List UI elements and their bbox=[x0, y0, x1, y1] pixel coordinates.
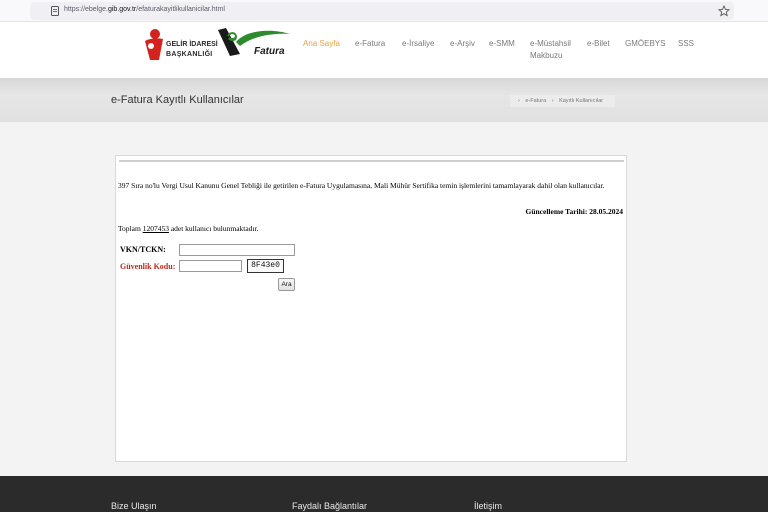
vkn-label: VKN/TCKN: bbox=[120, 245, 166, 254]
captcha-image: 8F43e0 bbox=[247, 259, 284, 273]
gib-logo-line2: BAŞKANLIĞI bbox=[166, 51, 213, 58]
url-prefix: https://ebelge. bbox=[64, 6, 108, 13]
nav-e-irsaliye[interactable]: e-İrsaliye bbox=[402, 38, 434, 50]
address-bar[interactable]: https://ebelge.gib.gov.tr/efaturakayitli… bbox=[30, 2, 734, 20]
nav-e-mustahsil-line1: e-Müstahsil bbox=[530, 39, 571, 48]
nav-e-fatura[interactable]: e-Fatura bbox=[355, 38, 385, 50]
gib-logo[interactable]: GELİR İDARESİ BAŞKANLIĞI bbox=[142, 27, 218, 61]
site-footer: Bize Ulaşın Faydalı Bağlantılar İletişim bbox=[0, 476, 768, 512]
breadcrumb-chevron-icon: › bbox=[518, 98, 520, 104]
footer-heading-links: Faydalı Bağlantılar bbox=[292, 501, 368, 511]
nav-e-smm[interactable]: e-SMM bbox=[489, 38, 515, 50]
page-icon[interactable] bbox=[49, 5, 61, 17]
efatura-logo-text: Fatura bbox=[254, 46, 285, 57]
nav-e-mustahsil[interactable]: e-Müstahsil Makbuzu bbox=[530, 38, 571, 62]
content-frame: 397 Sıra no'lu Vergi Usul Kanunu Genel T… bbox=[115, 155, 627, 462]
intro-text: 397 Sıra no'lu Vergi Usul Kanunu Genel T… bbox=[118, 181, 605, 190]
breadcrumb-item-e-fatura[interactable]: e-Fatura bbox=[525, 98, 546, 104]
page-title-band: e-Fatura Kayıtlı Kullanıcılar › e-Fatura… bbox=[0, 78, 768, 122]
nav-e-arsiv[interactable]: e-Arşiv bbox=[450, 38, 475, 50]
total-users-text: Toplam 1207453 adet kullanıcı bulunmakta… bbox=[118, 224, 259, 233]
breadcrumb: › e-Fatura › Kayıtlı Kullanıcılar bbox=[510, 95, 616, 107]
security-code-label: Güvenlik Kodu: bbox=[120, 262, 176, 271]
vkn-input[interactable] bbox=[179, 244, 295, 256]
breadcrumb-item-current: Kayıtlı Kullanıcılar bbox=[559, 98, 604, 104]
security-code-input[interactable] bbox=[179, 260, 242, 272]
gib-logo-line1: GELİR İDARESİ bbox=[166, 41, 218, 48]
efatura-logo[interactable]: Fatura bbox=[216, 26, 294, 60]
nav-ana-sayfa[interactable]: Ana Sayfa bbox=[303, 38, 340, 50]
footer-heading-contact: Bize Ulaşın bbox=[111, 501, 157, 511]
frame-divider bbox=[119, 160, 624, 162]
update-date: Güncelleme Tarihi: 28.05.2024 bbox=[525, 207, 624, 216]
page-title: e-Fatura Kayıtlı Kullanıcılar bbox=[111, 94, 244, 106]
total-suffix: adet kullanıcı bulunmaktadır. bbox=[170, 224, 259, 233]
nav-gmoebys[interactable]: GMÖEBYS bbox=[625, 38, 665, 50]
bookmark-star-icon[interactable] bbox=[717, 4, 731, 17]
nav-e-bilet[interactable]: e-Bilet bbox=[587, 38, 610, 50]
breadcrumb-chevron-icon: › bbox=[551, 98, 554, 104]
url-text[interactable]: https://ebelge.gib.gov.tr/efaturakayitli… bbox=[64, 6, 225, 13]
total-count: 1207453 bbox=[142, 224, 169, 233]
gib-emblem-icon bbox=[145, 29, 163, 60]
total-prefix: Toplam bbox=[118, 224, 141, 233]
site-header: GELİR İDARESİ BAŞKANLIĞI Fatura Ana Sayf… bbox=[0, 22, 768, 78]
search-button[interactable]: Ara bbox=[278, 278, 295, 291]
nav-sss[interactable]: SSS bbox=[678, 38, 694, 50]
url-path: /efaturakayitlikullanicilar.html bbox=[136, 6, 225, 13]
url-domain: gib.gov.tr bbox=[107, 6, 137, 13]
footer-heading-communication: İletişim bbox=[474, 501, 503, 511]
browser-toolbar: https://ebelge.gib.gov.tr/efaturakayitli… bbox=[0, 0, 768, 22]
nav-e-mustahsil-line2: Makbuzu bbox=[530, 51, 563, 60]
